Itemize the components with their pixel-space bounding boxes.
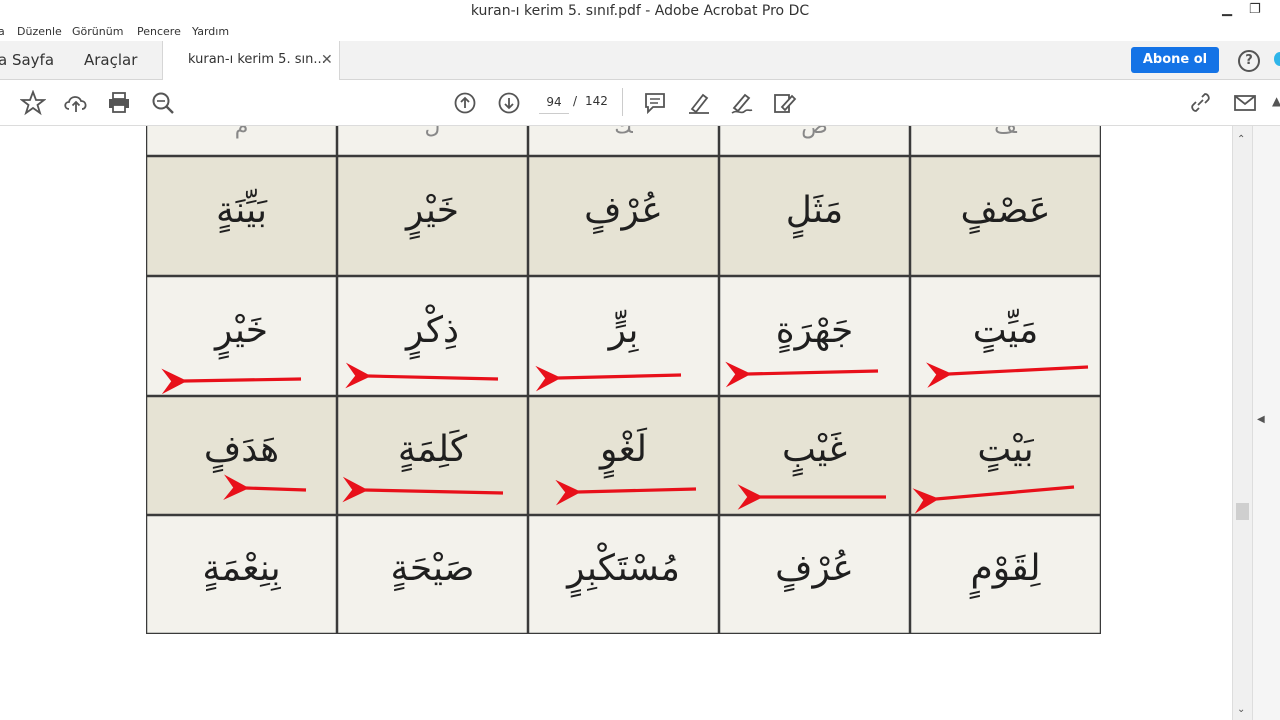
toolbar xyxy=(0,80,1280,126)
comment-icon[interactable] xyxy=(642,90,668,116)
menu-bar: a Düzenle Görünüm Pencere Yardım xyxy=(0,24,1280,41)
page-total: 142 xyxy=(585,94,608,108)
subscribe-button[interactable]: Abone ol xyxy=(1131,47,1219,73)
scroll-up-icon[interactable]: ⌃ xyxy=(1237,134,1245,145)
red-arrow xyxy=(345,362,499,389)
tab-document-label: kuran-ı kerim 5. sın... xyxy=(188,52,326,67)
cloud-upload-icon[interactable] xyxy=(63,90,89,116)
title-bar: kuran-ı kerim 5. sınıf.pdf - Adobe Acrob… xyxy=(0,0,1280,24)
red-arrow xyxy=(535,365,682,392)
toolbar-divider xyxy=(622,88,623,116)
sign-icon[interactable] xyxy=(729,90,755,116)
tab-home[interactable]: a Sayfa xyxy=(0,41,54,79)
share-link-icon[interactable] xyxy=(1188,90,1214,116)
expand-pane-icon[interactable]: ◀ xyxy=(1257,414,1265,425)
menu-view[interactable]: Görünüm xyxy=(72,25,123,38)
email-icon[interactable] xyxy=(1232,90,1258,116)
zoom-icon[interactable] xyxy=(150,90,176,116)
red-arrow xyxy=(555,479,697,506)
red-arrow xyxy=(725,361,879,388)
menu-window[interactable]: Pencere xyxy=(137,25,181,38)
restore-icon[interactable]: ❐ xyxy=(1249,2,1261,17)
star-icon[interactable] xyxy=(20,90,46,116)
word-table: ﻒ ﺽ ﻚ ﻝ ﻡ عَصْفٍ مَثَلٍ عُرْفٍ خَيْرٍ بَيِّنَةٍ مَ… xyxy=(146,126,1101,634)
help-icon[interactable]: ? xyxy=(1238,50,1260,72)
right-pane-collapsed: ◀ xyxy=(1252,126,1280,720)
annotation-arrows xyxy=(161,361,1089,514)
red-arrow xyxy=(342,476,504,503)
tab-bar: a Sayfa Araçlar kuran-ı kerim 5. sın... … xyxy=(0,41,1280,80)
page-up-icon[interactable] xyxy=(452,90,478,116)
scroll-down-icon[interactable]: ⌄ xyxy=(1237,704,1245,715)
menu-file[interactable]: a xyxy=(0,25,5,38)
fill-sign-icon[interactable] xyxy=(772,90,798,116)
vertical-scrollbar[interactable]: ⌃ ⌄ xyxy=(1232,126,1253,720)
red-arrow xyxy=(925,362,1089,388)
highlight-icon[interactable] xyxy=(686,90,712,116)
page-number-input[interactable]: 94 xyxy=(539,91,569,114)
minimize-icon[interactable]: ▁ xyxy=(1222,2,1232,17)
account-icon[interactable] xyxy=(1274,52,1280,66)
close-icon[interactable]: ✕ xyxy=(321,41,333,79)
tab-document[interactable]: kuran-ı kerim 5. sın... ✕ xyxy=(162,41,340,80)
page-down-icon[interactable] xyxy=(496,90,522,116)
red-arrow xyxy=(161,368,302,395)
red-arrow xyxy=(912,485,1075,514)
more-tools-icon[interactable]: ▲ xyxy=(1272,94,1280,108)
window-title: kuran-ı kerim 5. sınıf.pdf - Adobe Acrob… xyxy=(470,3,810,19)
print-icon[interactable] xyxy=(106,90,132,116)
document-view[interactable]: ﻒ ﺽ ﻚ ﻝ ﻡ عَصْفٍ مَثَلٍ عُرْفٍ خَيْرٍ بَيِّنَةٍ مَ… xyxy=(0,126,1232,720)
scroll-thumb[interactable] xyxy=(1236,503,1249,520)
menu-edit[interactable]: Düzenle xyxy=(17,25,62,38)
red-arrow xyxy=(223,474,307,501)
menu-help[interactable]: Yardım xyxy=(192,25,229,38)
page-separator: / xyxy=(573,94,578,108)
tab-tools[interactable]: Araçlar xyxy=(84,41,137,79)
